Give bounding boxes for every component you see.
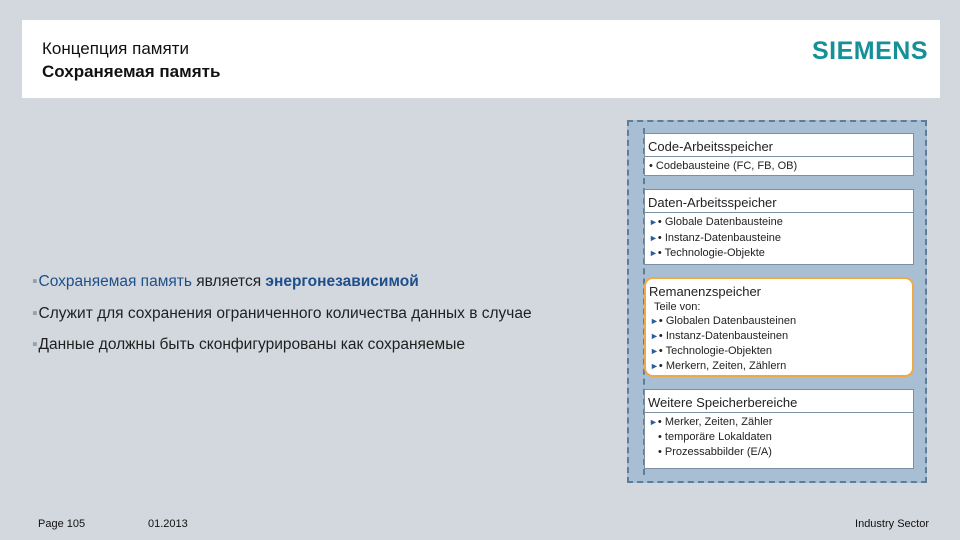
arrow-icon: ►	[649, 217, 658, 227]
box-title: Daten-Arbeitsspeicher	[648, 195, 777, 210]
arrow-icon: ►	[650, 331, 659, 341]
arrow-icon: ►	[649, 248, 658, 258]
footer-sector: Industry Sector	[855, 518, 929, 530]
box-item: • Merkern, Zeiten, Zählern	[658, 360, 787, 372]
box-title: Code-Arbeitsspeicher	[648, 139, 774, 154]
footer-date: 01.2013	[148, 518, 188, 530]
bullet-item-1: ▪Сохраняемая память является энергонезав…	[32, 273, 419, 291]
siemens-logo: SIEMENS	[811, 37, 928, 65]
box-item: • Merker, Zeiten, Zähler	[657, 416, 773, 428]
page-number: Page 105	[38, 518, 86, 530]
box-item: • Globalen Datenbausteinen	[658, 315, 797, 327]
bullet-item-2: ▪Служит для сохранения ограниченного кол…	[32, 305, 532, 323]
box-item: • Globale Datenbausteine	[657, 216, 783, 228]
box-separator	[645, 212, 913, 213]
bullet-text: Служит для сохранения ограниченного коли…	[38, 305, 532, 322]
bullet-highlight-bold: энергонезависимой	[265, 273, 419, 290]
bullet-mark: ▪	[32, 305, 38, 322]
box-title: Remanenzspeicher	[649, 284, 762, 299]
box-separator	[645, 156, 913, 157]
memory-diagram: Code-Arbeitsspeicher • Codebausteine (FC…	[627, 120, 927, 483]
arrow-icon: ►	[649, 417, 658, 427]
bullet-text: является	[191, 273, 266, 290]
bullet-mark: ▪	[32, 273, 38, 290]
box-title: Weitere Speicherbereiche	[648, 395, 798, 410]
retentive-memory-box: Remanenzspeicher Teile von: ►• Globalen …	[644, 277, 914, 377]
arrow-icon: ►	[649, 233, 658, 243]
box-item: • Technologie-Objekte	[657, 247, 765, 259]
box-item: • temporäre Lokaldaten	[658, 431, 772, 443]
box-item: • Technologie-Objekten	[658, 345, 773, 357]
bullet-mark: ▪	[32, 336, 38, 353]
code-memory-box: Code-Arbeitsspeicher • Codebausteine (FC…	[644, 133, 914, 176]
data-memory-box: Daten-Arbeitsspeicher ►• Globale Datenba…	[644, 189, 914, 265]
box-separator	[645, 412, 913, 413]
box-item: • Prozessabbilder (E/A)	[658, 446, 772, 458]
box-item: • Codebausteine (FC, FB, OB)	[649, 160, 798, 172]
arrow-icon: ►	[650, 361, 659, 371]
header-bar: Концепция памяти Сохраняемая память SIEM…	[22, 20, 940, 98]
box-item: • Instanz-Datenbausteinen	[658, 330, 789, 342]
box-subtitle: Teile von:	[654, 301, 701, 313]
bullet-text: Данные должны быть сконфигурированы как …	[38, 336, 465, 353]
page-subtitle: Сохраняемая память	[42, 62, 221, 81]
bullet-item-3: ▪Данные должны быть сконфигурированы как…	[32, 336, 465, 354]
arrow-icon: ►	[650, 346, 659, 356]
other-memory-box: Weitere Speicherbereiche ►• Merker, Zeit…	[644, 389, 914, 469]
arrow-icon: ►	[650, 316, 659, 326]
box-item: • Instanz-Datenbausteine	[657, 232, 782, 244]
bullet-highlight: Сохраняемая память	[38, 273, 192, 290]
page-title: Концепция памяти	[42, 39, 189, 58]
